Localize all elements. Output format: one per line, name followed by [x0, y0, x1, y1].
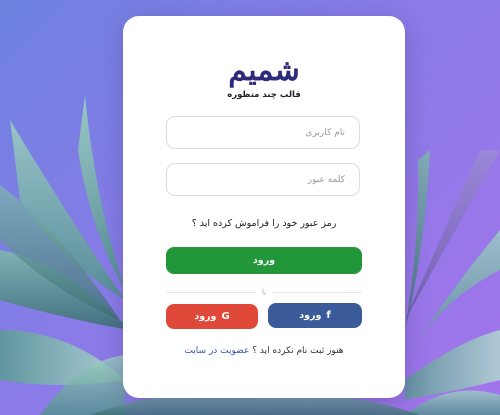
login-card: شمیم قالب چند منظوره رمز عبور خود را فرا… — [123, 16, 405, 398]
logo: شمیم قالب چند منظوره — [123, 53, 405, 101]
google-login-button[interactable]: G ورود — [166, 304, 258, 329]
forgot-password-link[interactable]: رمز عبور خود را فراموش کرده اید ؟ — [123, 218, 405, 229]
register-link[interactable]: عضویت در سایت — [184, 346, 249, 356]
logo-tagline: قالب چند منظوره — [227, 90, 301, 100]
facebook-login-button[interactable]: f ورود — [268, 303, 362, 328]
login-button[interactable]: ورود — [166, 247, 362, 274]
divider-text: یا — [255, 287, 273, 297]
logo-mark: شمیم — [228, 53, 300, 88]
login-button-label: ورود — [252, 255, 276, 266]
username-input[interactable] — [166, 116, 360, 149]
facebook-login-label: ورود — [299, 310, 322, 321]
register-prompt: هنوز ثبت نام نکرده اید ؟ عضویت در سایت — [123, 346, 405, 356]
password-input[interactable] — [166, 163, 360, 196]
facebook-icon: f — [326, 310, 331, 321]
google-icon: G — [221, 311, 230, 322]
divider: یا — [166, 287, 362, 297]
google-login-label: ورود — [194, 311, 217, 322]
register-prompt-text: هنوز ثبت نام نکرده اید ؟ — [252, 346, 344, 356]
